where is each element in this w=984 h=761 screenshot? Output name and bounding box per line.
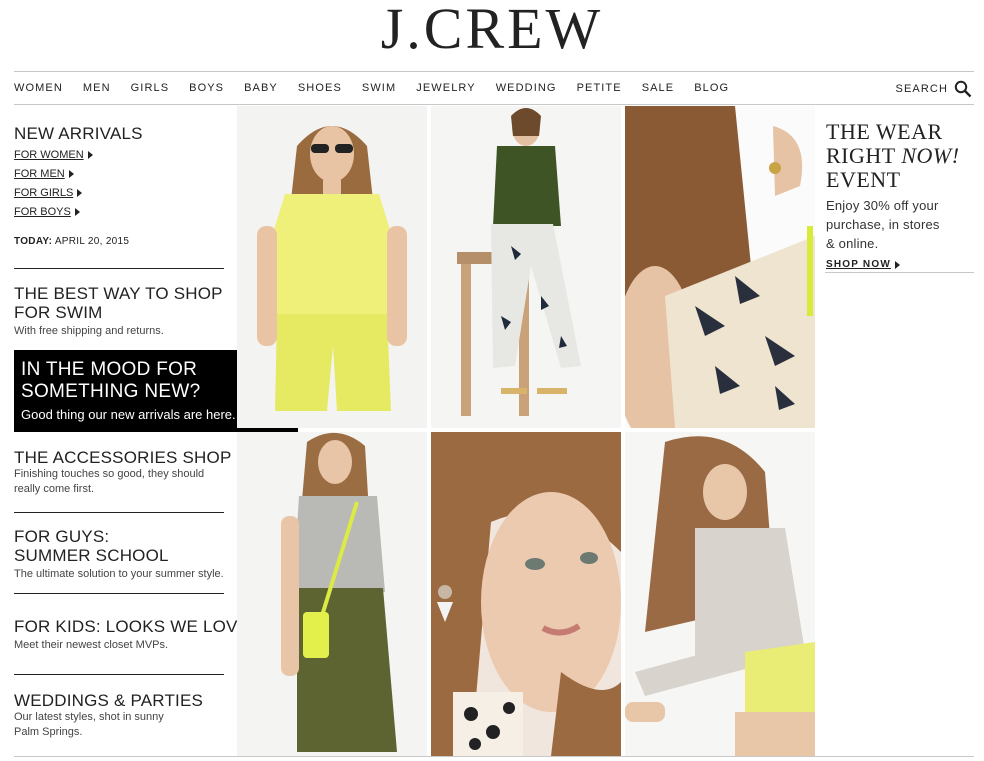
- caret-right-icon: [894, 260, 900, 269]
- nav-men[interactable]: MEN: [83, 81, 111, 97]
- nav-girls[interactable]: GIRLS: [131, 81, 170, 97]
- swim-title-line2: FOR SWIM: [14, 303, 103, 322]
- weddings-title: WEDDINGS & PARTIES: [14, 691, 204, 710]
- grey-sweater-illustration: [625, 436, 815, 756]
- weddings-desc-line1: Our latest styles, shot in sunny: [14, 711, 164, 723]
- search-label: SEARCH: [895, 83, 948, 95]
- swim-title-line1: THE BEST WAY TO SHOP: [14, 284, 223, 303]
- guys-title-line2: SUMMER SCHOOL: [14, 546, 169, 565]
- sidebar-divider: [14, 674, 224, 675]
- guys-title-line1: FOR GUYS:: [14, 527, 110, 546]
- sidebar-divider: [14, 268, 224, 269]
- accessories-desc-line2: really come first.: [14, 483, 95, 495]
- swim-section[interactable]: THE BEST WAY TO SHOP FOR SWIM With free …: [14, 284, 223, 339]
- weddings-section[interactable]: WEDDINGS & PARTIES Our latest styles, sh…: [14, 691, 203, 740]
- guys-desc: The ultimate solution to your summer sty…: [14, 568, 224, 580]
- nav-petite[interactable]: PETITE: [577, 81, 622, 97]
- sidebar-divider: [14, 593, 224, 594]
- main-nav: WOMEN MEN GIRLS BOYS BABY SHOES SWIM JEW…: [14, 81, 749, 97]
- caret-right-icon: [68, 170, 74, 179]
- event-divider: [825, 272, 974, 273]
- accessories-desc-line1: Finishing touches so good, they should: [14, 468, 205, 480]
- kids-section[interactable]: FOR KIDS: LOOKS WE LOVE Meet their newes…: [14, 617, 249, 653]
- nav-baby[interactable]: BABY: [244, 81, 278, 97]
- event-title[interactable]: THE WEAR RIGHT NOW! EVENT: [826, 120, 976, 192]
- photo-woman-grey-sweater[interactable]: [625, 432, 815, 756]
- new-arrivals-girls-link[interactable]: FOR GIRLS: [14, 184, 226, 203]
- today-date: TODAY: APRIL 20, 2015: [14, 236, 130, 247]
- photo-closeup-printed-top[interactable]: [625, 106, 815, 428]
- olive-skirt-illustration: [281, 432, 397, 752]
- sidebar-divider: [14, 512, 224, 513]
- new-arrivals-boys-link[interactable]: FOR BOYS: [14, 203, 226, 222]
- new-arrivals-women-link[interactable]: FOR WOMEN: [14, 146, 226, 165]
- nav-shoes[interactable]: SHOES: [298, 81, 342, 97]
- jcrew-logo[interactable]: J.CREW: [0, 0, 984, 60]
- caret-right-icon: [77, 189, 83, 198]
- kids-title: FOR KIDS: LOOKS WE LOVE: [14, 617, 250, 636]
- new-arrivals-men-link[interactable]: FOR MEN: [14, 165, 226, 184]
- search-icon: [954, 80, 972, 98]
- new-arrivals-title[interactable]: NEW ARRIVALS: [14, 124, 226, 143]
- nav-bottom-divider: [14, 104, 974, 105]
- nav-top-divider: [14, 71, 974, 72]
- photo-woman-olive-skirt[interactable]: [237, 432, 427, 756]
- event-description: Enjoy 30% off your purchase, in stores &…: [826, 198, 940, 251]
- nav-women[interactable]: WOMEN: [14, 81, 63, 97]
- swim-desc: With free shipping and returns.: [14, 325, 164, 337]
- earrings-closeup-illustration: [431, 432, 621, 756]
- sidebar: NEW ARRIVALS FOR WOMEN FOR MEN FOR GIRLS…: [14, 106, 226, 247]
- nav-jewelry[interactable]: JEWELRY: [416, 81, 475, 97]
- photo-woman-yellow-top[interactable]: [237, 106, 427, 428]
- kids-desc: Meet their newest closet MVPs.: [14, 639, 169, 651]
- nav-boys[interactable]: BOYS: [189, 81, 224, 97]
- nav-wedding[interactable]: WEDDING: [496, 81, 557, 97]
- caret-right-icon: [87, 151, 93, 160]
- accessories-title: THE ACCESSORIES SHOP: [14, 448, 232, 467]
- shop-now-link[interactable]: SHOP NOW: [826, 259, 900, 270]
- photo-closeup-earrings[interactable]: [431, 432, 621, 756]
- search-button[interactable]: SEARCH: [896, 80, 972, 98]
- yellow-outfit-illustration: [257, 126, 407, 411]
- guys-section[interactable]: FOR GUYS: SUMMER SCHOOL The ultimate sol…: [14, 527, 224, 582]
- printed-top-illustration: [625, 106, 815, 428]
- footer-divider: [14, 756, 974, 757]
- photo-woman-green-shirt[interactable]: [431, 106, 621, 428]
- green-shirt-illustration: [457, 108, 581, 416]
- weddings-desc-line2: Palm Springs.: [14, 726, 83, 738]
- nav-swim[interactable]: SWIM: [362, 81, 396, 97]
- accessories-section[interactable]: THE ACCESSORIES SHOP Finishing touches s…: [14, 448, 232, 497]
- caret-right-icon: [74, 208, 80, 217]
- wear-right-now-event: THE WEAR RIGHT NOW! EVENT Enjoy 30% off …: [826, 120, 976, 272]
- nav-sale[interactable]: SALE: [642, 81, 675, 97]
- nav-blog[interactable]: BLOG: [694, 81, 729, 97]
